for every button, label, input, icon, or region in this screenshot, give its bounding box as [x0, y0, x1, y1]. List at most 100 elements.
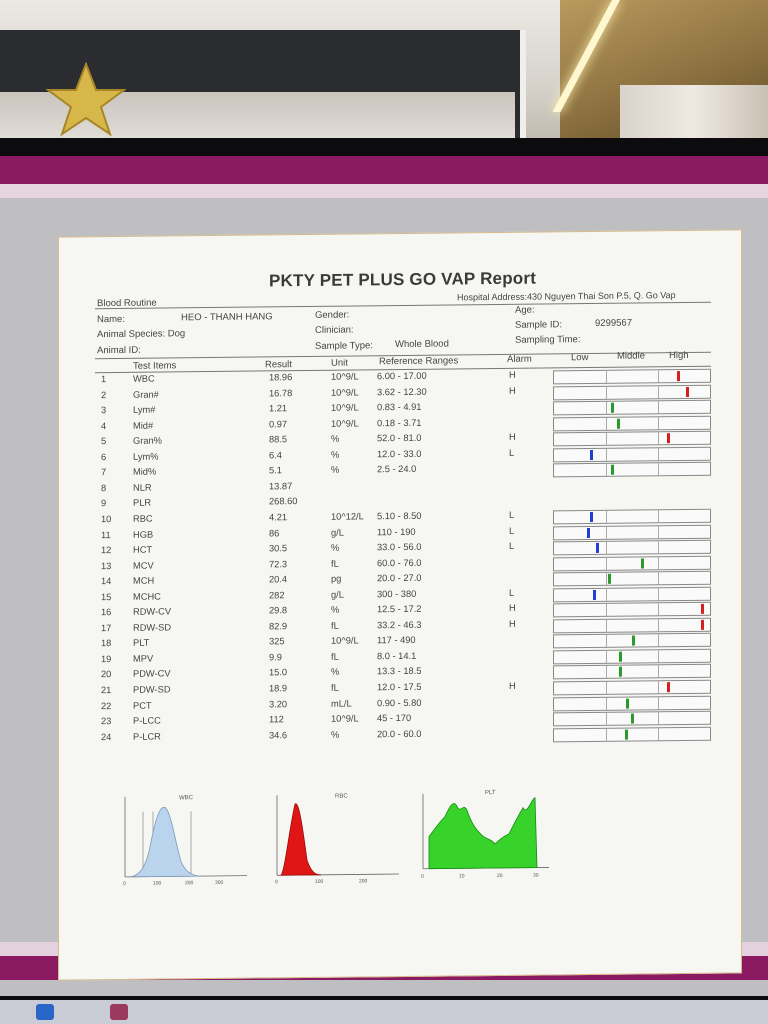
monitor: PKTY PET PLUS GO VAP Report Hospital Add… [0, 138, 768, 1024]
cell-ref: 33.2 - 46.3 [377, 619, 422, 631]
range-gauge [553, 633, 711, 649]
cell-no: 20 [101, 669, 112, 680]
cell-unit: 10^9/L [331, 635, 359, 647]
cell-unit: 10^9/L [331, 371, 359, 382]
animal-id-label: Animal ID: [97, 344, 141, 357]
cell-result: 29.8 [269, 605, 288, 616]
cell-no: 9 [101, 498, 107, 509]
cell-ref: 60.0 - 76.0 [377, 557, 422, 568]
plt-histogram: PLT 0 10 20 30 [421, 790, 549, 880]
cell-item: P-LCR [133, 731, 161, 742]
range-gauge [553, 384, 711, 400]
cell-result: 72.3 [269, 558, 288, 569]
range-marker [619, 667, 622, 678]
range-gauge [553, 539, 711, 556]
name-label: Name: [97, 313, 125, 326]
cell-item: RDW-CV [133, 606, 172, 618]
range-gauge [553, 430, 711, 447]
cell-item: HCT [133, 544, 153, 555]
cell-result: 15.0 [269, 667, 288, 678]
cell-item: MCHC [133, 591, 161, 602]
col-result: Result [265, 359, 292, 371]
cell-item: NLR [133, 482, 152, 493]
cell-ref: 0.83 - 4.91 [377, 401, 422, 413]
range-marker [611, 465, 614, 476]
cell-no: 1 [101, 374, 107, 385]
cell-ref: 0.90 - 5.80 [377, 697, 422, 708]
cell-unit: % [331, 729, 340, 740]
cell-item: Gran% [133, 435, 162, 446]
cell-unit: g/L [331, 527, 344, 538]
sample-type-value: Whole Blood [395, 338, 449, 351]
cell-no: 17 [101, 622, 112, 633]
cell-result: 20.4 [269, 574, 288, 585]
cell-unit: mL/L [331, 698, 352, 709]
taskbar-app-icon-2[interactable] [110, 1004, 128, 1020]
range-marker [701, 619, 704, 630]
cell-unit: % [331, 542, 340, 553]
cell-no: 19 [101, 653, 112, 665]
cell-alarm: H [509, 369, 516, 380]
rbc-tick-200: 200 [359, 878, 368, 884]
cell-result: 82.9 [269, 620, 288, 632]
cell-result: 282 [269, 589, 285, 601]
cell-result: 325 [269, 636, 285, 647]
cell-ref: 5.10 - 8.50 [377, 510, 422, 522]
cell-unit: 10^9/L [331, 386, 359, 398]
cell-result: 34.6 [269, 729, 288, 741]
cell-result: 6.4 [269, 449, 282, 461]
cell-ref: 0.18 - 3.71 [377, 417, 422, 428]
cell-ref: 6.00 - 17.00 [377, 370, 427, 382]
report-title: PKTY PET PLUS GO VAP Report [269, 268, 537, 291]
range-gauge [553, 586, 711, 603]
cell-alarm: L [509, 540, 515, 551]
cell-item: MCV [133, 560, 154, 571]
cell-unit: fL [331, 558, 339, 569]
range-marker [626, 698, 629, 709]
cell-item: Lym# [133, 404, 156, 415]
cell-unit: % [331, 667, 340, 678]
cell-item: RBC [133, 513, 153, 524]
cell-no: 11 [101, 529, 111, 540]
taskbar-app-icon[interactable] [36, 1004, 54, 1020]
range-gauge [553, 399, 711, 416]
cell-unit: 10^9/L [331, 713, 359, 724]
cell-unit: % [331, 449, 340, 460]
rbc-tick-0: 0 [275, 879, 278, 885]
cell-no: 5 [101, 436, 107, 447]
cell-ref: 117 - 490 [377, 635, 416, 646]
cell-alarm: H [509, 385, 516, 396]
range-gauge [553, 726, 711, 743]
viewer-top-band [0, 156, 768, 184]
range-gauge [553, 601, 711, 618]
cell-ref: 12.5 - 17.2 [377, 604, 422, 615]
col-reference: Reference Ranges [379, 355, 459, 368]
cell-ref: 52.0 - 81.0 [377, 432, 422, 444]
animal-species: Animal Species: Dog [97, 328, 186, 341]
range-gauge [553, 617, 711, 634]
range-gauge [553, 462, 711, 478]
plt-tick-0: 0 [421, 874, 424, 880]
cell-no: 6 [101, 451, 107, 462]
range-marker [617, 418, 620, 429]
cell-item: PDW-CV [133, 668, 171, 680]
viewer-top-band-light [0, 184, 768, 198]
cell-alarm: L [509, 525, 515, 536]
range-gauge [553, 415, 711, 432]
plt-tick-20: 20 [497, 873, 503, 879]
cell-result: 16.78 [269, 387, 293, 398]
cell-alarm: L [509, 587, 515, 598]
cell-item: PLT [133, 637, 150, 649]
cell-unit: pg [331, 573, 342, 584]
wbc-distribution [130, 807, 200, 878]
cell-no: 12 [101, 545, 112, 556]
sample-id-value: 9299567 [595, 317, 632, 329]
cell-alarm: H [509, 431, 516, 443]
cell-unit: % [331, 604, 340, 615]
cell-ref: 12.0 - 17.5 [377, 681, 422, 693]
cell-result: 18.9 [269, 683, 288, 694]
wbc-tick-0: 0 [123, 881, 126, 887]
cell-no: 10 [101, 513, 112, 525]
range-marker [596, 542, 599, 553]
cell-no: 15 [101, 591, 112, 602]
